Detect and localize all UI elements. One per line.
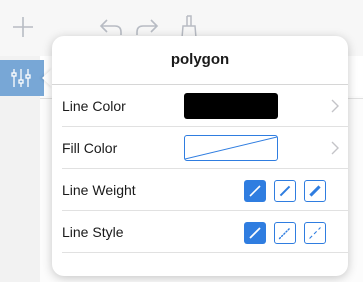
popover-title: polygon [170, 51, 230, 68]
line-color-row[interactable]: Line Color [52, 85, 348, 127]
line-weight-label: Line Weight [62, 182, 136, 198]
line-weight-row: Line Weight [52, 169, 348, 211]
fill-color-row[interactable]: Fill Color [52, 127, 348, 169]
solid-line-icon [249, 227, 261, 239]
settings-sidebar-button[interactable] [0, 60, 44, 96]
line-weight-thick-option[interactable] [304, 180, 326, 202]
dashed-line-icon [309, 227, 321, 239]
thin-line-icon [249, 185, 261, 197]
dotted-line-icon [278, 226, 292, 240]
line-color-label: Line Color [62, 98, 126, 114]
line-style-dashed-option[interactable] [304, 222, 326, 244]
line-color-swatch[interactable] [184, 93, 278, 119]
line-weight-thin-option[interactable] [244, 180, 266, 202]
line-style-solid-option[interactable] [244, 222, 266, 244]
line-weight-medium-option[interactable] [274, 180, 296, 202]
plus-icon[interactable] [10, 14, 36, 40]
line-style-row: Line Style [52, 211, 348, 253]
attributes-popover: polygon Line Color Fill Color Line Weigh… [52, 36, 348, 276]
divider [62, 252, 348, 253]
fill-color-label: Fill Color [62, 140, 118, 156]
fill-color-swatch[interactable] [184, 135, 278, 161]
no-fill-icon [185, 136, 277, 160]
thick-line-icon [309, 185, 321, 197]
sliders-icon [11, 69, 31, 87]
chevron-right-icon [331, 141, 339, 155]
medium-line-icon [279, 185, 291, 197]
line-style-label: Line Style [62, 224, 124, 240]
chevron-right-icon [331, 99, 339, 113]
line-style-dotted-option[interactable] [274, 222, 296, 244]
